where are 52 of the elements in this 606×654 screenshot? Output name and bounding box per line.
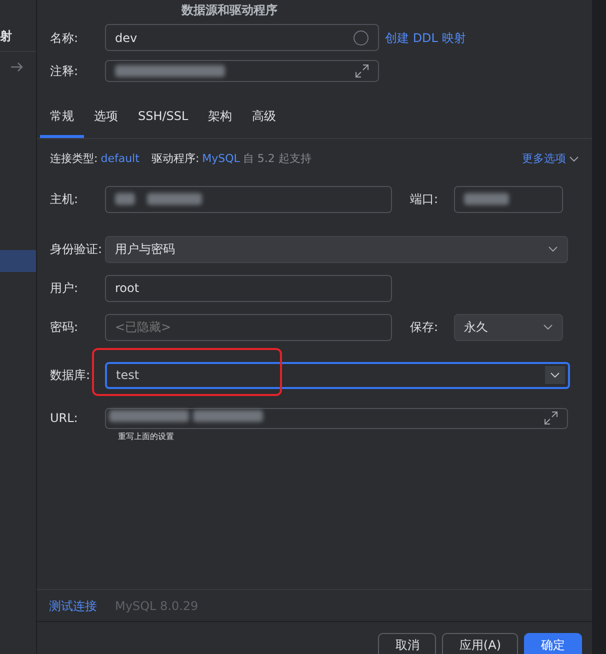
field-label: 连接类型: xyxy=(50,151,98,167)
chevron-icon[interactable] xyxy=(545,366,565,384)
redacted-text xyxy=(115,193,135,205)
connection-type-link[interactable]: default xyxy=(100,151,140,168)
field-label: URL: xyxy=(49,410,79,427)
auth-dropdown[interactable]: 用户与密码 xyxy=(105,236,568,262)
chevron-icon xyxy=(548,246,558,252)
field-label: 用户: xyxy=(49,280,80,297)
chevron-icon xyxy=(543,324,553,330)
comment-field[interactable] xyxy=(105,60,379,82)
driver-link[interactable]: MySQL xyxy=(202,151,240,168)
save-dropdown[interactable]: 永久 xyxy=(454,314,563,340)
redacted-text xyxy=(193,410,263,422)
circle-icon xyxy=(353,30,369,46)
create-ddl-link[interactable]: 创建 DDL 映射 xyxy=(385,28,466,46)
tab[interactable]: 常规 xyxy=(40,107,84,138)
dialog-button[interactable]: 确定 xyxy=(524,633,582,654)
tab[interactable]: 架构 xyxy=(198,107,242,138)
field-label: 身份验证: xyxy=(49,241,104,258)
field-label: 密码: xyxy=(49,319,80,336)
field-label: 数据库: xyxy=(49,367,92,384)
field-label: 驱动程序: xyxy=(151,151,200,167)
driver-note: 自 5.2 起支持 xyxy=(242,151,312,167)
expand-icon[interactable] xyxy=(544,411,558,425)
field-label: 注释: xyxy=(49,63,80,80)
host-field[interactable] xyxy=(105,186,392,212)
url-field[interactable] xyxy=(105,408,568,428)
redacted-text xyxy=(147,193,202,205)
arrow-icon[interactable] xyxy=(10,62,24,72)
expand-icon[interactable] xyxy=(355,64,369,78)
redacted-text xyxy=(464,193,509,205)
dialog-button[interactable]: 应用(A) xyxy=(442,633,518,654)
password-field[interactable]: <已隐藏> xyxy=(105,314,392,340)
database-dropdown[interactable]: test xyxy=(105,362,570,388)
more-options-link[interactable]: 更多选项 xyxy=(522,151,579,168)
server-version: MySQL 8.0.29 xyxy=(115,598,198,614)
port-field[interactable] xyxy=(454,186,563,212)
tab[interactable]: 选项 xyxy=(84,107,128,138)
chevron-icon xyxy=(569,156,579,162)
name-field[interactable]: dev xyxy=(105,24,379,51)
user-field[interactable]: root xyxy=(105,274,392,302)
test-connection-link[interactable]: 测试连接 xyxy=(49,596,97,614)
window-title: 数据源和驱动程序 xyxy=(180,2,278,19)
field-label: 名称: xyxy=(49,30,80,46)
field-label: 保存: xyxy=(410,319,440,336)
sidebar-heading: 射 xyxy=(0,0,36,52)
dialog-button[interactable]: 取消 xyxy=(378,633,436,654)
field-label: 主机: xyxy=(49,191,80,208)
field-label: 端口: xyxy=(410,191,440,208)
tab[interactable]: SSH/SSL xyxy=(128,107,198,138)
tab[interactable]: 高级 xyxy=(242,107,286,138)
url-hint: 重写上面的设置 xyxy=(118,432,174,440)
